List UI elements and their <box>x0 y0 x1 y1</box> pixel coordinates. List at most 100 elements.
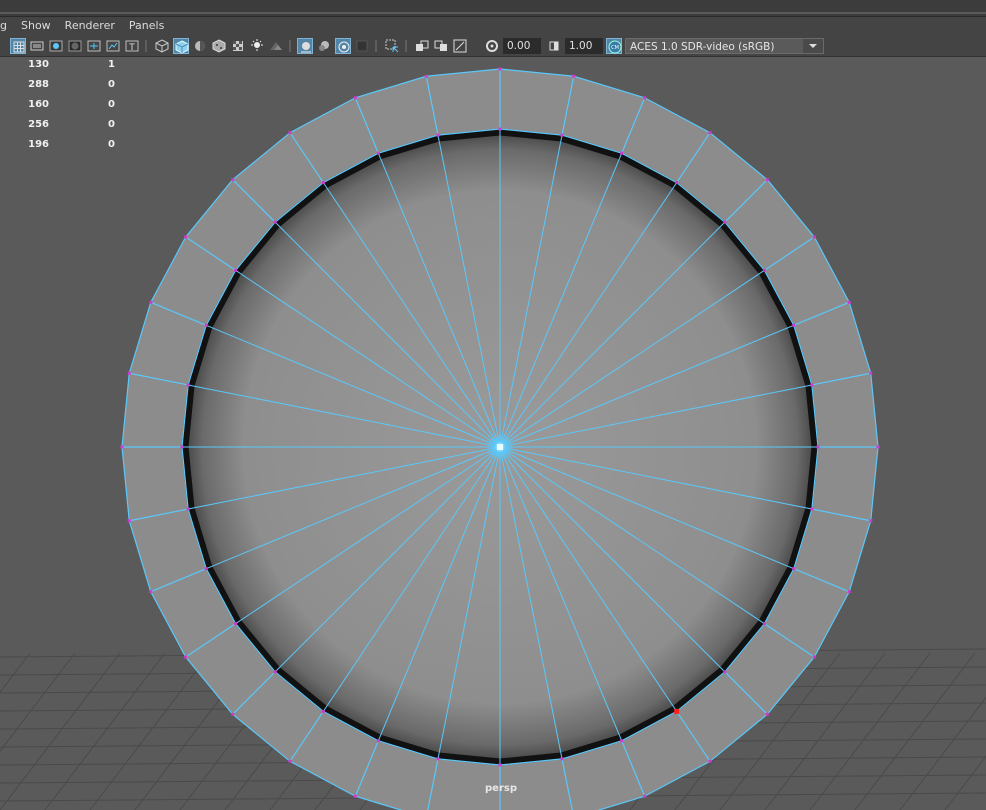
vertex[interactable] <box>436 757 440 761</box>
vertex[interactable] <box>643 96 647 100</box>
vertex[interactable] <box>792 323 796 327</box>
ring-face[interactable] <box>122 447 189 521</box>
vertex[interactable] <box>765 178 769 182</box>
menu-item-show[interactable]: Show <box>21 17 51 35</box>
vertex[interactable] <box>321 181 325 185</box>
vertex[interactable] <box>498 763 502 767</box>
vertex[interactable] <box>762 622 766 626</box>
wireframe-icon[interactable] <box>154 38 170 54</box>
vertex[interactable] <box>723 670 727 674</box>
vertex[interactable] <box>376 151 380 155</box>
vertex[interactable] <box>321 709 325 713</box>
default-material-icon[interactable] <box>192 38 208 54</box>
vertex[interactable] <box>231 178 235 182</box>
vertex[interactable] <box>186 507 190 511</box>
xray-icon[interactable] <box>384 38 400 54</box>
vertex[interactable] <box>643 794 647 798</box>
safe-title-icon[interactable]: T <box>124 38 140 54</box>
vertex[interactable] <box>708 131 712 135</box>
exposure-field[interactable]: 0.00 <box>503 38 541 54</box>
vertex[interactable] <box>560 133 564 137</box>
field-chart-icon[interactable] <box>86 38 102 54</box>
vertex[interactable] <box>708 759 712 763</box>
vertex[interactable] <box>572 74 576 78</box>
vertex[interactable] <box>436 133 440 137</box>
vertex[interactable] <box>762 268 766 272</box>
exposure-icon[interactable] <box>484 38 500 54</box>
isolate-select-icon[interactable] <box>354 38 370 54</box>
vertex[interactable] <box>498 67 502 71</box>
vertex[interactable] <box>231 712 235 716</box>
view-transform-select[interactable]: ACES 1.0 SDR-video (sRGB) <box>625 38 824 54</box>
vertex[interactable] <box>765 712 769 716</box>
vertex[interactable] <box>812 235 816 239</box>
ring-face[interactable] <box>122 373 189 447</box>
resolution-gate-icon[interactable] <box>48 38 64 54</box>
vertex[interactable] <box>204 323 208 327</box>
vertex[interactable] <box>288 759 292 763</box>
film-gate-icon[interactable] <box>29 38 45 54</box>
motion-blur-icon[interactable] <box>297 38 313 54</box>
color-management-icon[interactable]: CM <box>606 38 622 54</box>
vertex[interactable] <box>816 445 820 449</box>
vertex[interactable] <box>149 590 153 594</box>
perspective-viewport[interactable]: 130 1 288 0 160 0 256 0 196 0 persp <box>0 57 986 810</box>
vertex[interactable] <box>847 590 851 594</box>
vertex[interactable] <box>376 739 380 743</box>
vertex[interactable] <box>560 757 564 761</box>
selected-vertex[interactable] <box>674 708 680 714</box>
vertex[interactable] <box>120 445 124 449</box>
vertex[interactable] <box>810 507 814 511</box>
shadows-icon[interactable] <box>249 38 265 54</box>
menu-item-renderer[interactable]: Renderer <box>65 17 115 35</box>
vertex[interactable] <box>180 445 184 449</box>
ring-face[interactable] <box>426 69 500 136</box>
gamma-icon[interactable] <box>546 38 562 54</box>
vertex[interactable] <box>234 622 238 626</box>
vertex[interactable] <box>234 268 238 272</box>
textured-icon[interactable] <box>211 38 227 54</box>
ring-face[interactable] <box>811 373 878 447</box>
depth-of-field-icon[interactable] <box>335 38 351 54</box>
grid-icon[interactable] <box>10 38 26 54</box>
camera-attributes-icon[interactable] <box>452 38 468 54</box>
vertex[interactable] <box>792 567 796 571</box>
vertex[interactable] <box>288 131 292 135</box>
vertex[interactable] <box>810 383 814 387</box>
scene-canvas[interactable] <box>0 57 986 810</box>
xray-active-components-icon[interactable] <box>414 38 430 54</box>
vertex[interactable] <box>127 519 131 523</box>
vertex[interactable] <box>353 794 357 798</box>
vertex[interactable] <box>498 127 502 131</box>
xray-joints-icon[interactable] <box>433 38 449 54</box>
gate-mask-icon[interactable] <box>67 38 83 54</box>
vertex[interactable] <box>847 300 851 304</box>
vertex[interactable] <box>620 151 624 155</box>
vertex[interactable] <box>675 181 679 185</box>
use-all-lights-icon[interactable] <box>230 38 246 54</box>
smooth-shade-icon[interactable] <box>173 38 189 54</box>
vertex[interactable] <box>204 567 208 571</box>
chevron-down-icon[interactable] <box>803 39 823 53</box>
vertex[interactable] <box>723 220 727 224</box>
vertex[interactable] <box>184 235 188 239</box>
vertex[interactable] <box>620 739 624 743</box>
vertex[interactable] <box>424 74 428 78</box>
vertex[interactable] <box>186 383 190 387</box>
safe-action-icon[interactable] <box>105 38 121 54</box>
vertex[interactable] <box>184 655 188 659</box>
multisample-aa-icon[interactable] <box>316 38 332 54</box>
vertex[interactable] <box>869 371 873 375</box>
menu-item-lighting[interactable]: g <box>0 17 7 35</box>
vertex[interactable] <box>127 371 131 375</box>
vertex[interactable] <box>273 220 277 224</box>
vertex[interactable] <box>149 300 153 304</box>
vertex[interactable] <box>869 519 873 523</box>
gamma-field[interactable]: 1.00 <box>565 38 603 54</box>
menu-item-panels[interactable]: Panels <box>129 17 164 35</box>
center-vertex[interactable] <box>497 444 503 450</box>
vertex[interactable] <box>876 445 880 449</box>
vertex[interactable] <box>812 655 816 659</box>
ring-face[interactable] <box>500 69 574 136</box>
vertex[interactable] <box>353 96 357 100</box>
